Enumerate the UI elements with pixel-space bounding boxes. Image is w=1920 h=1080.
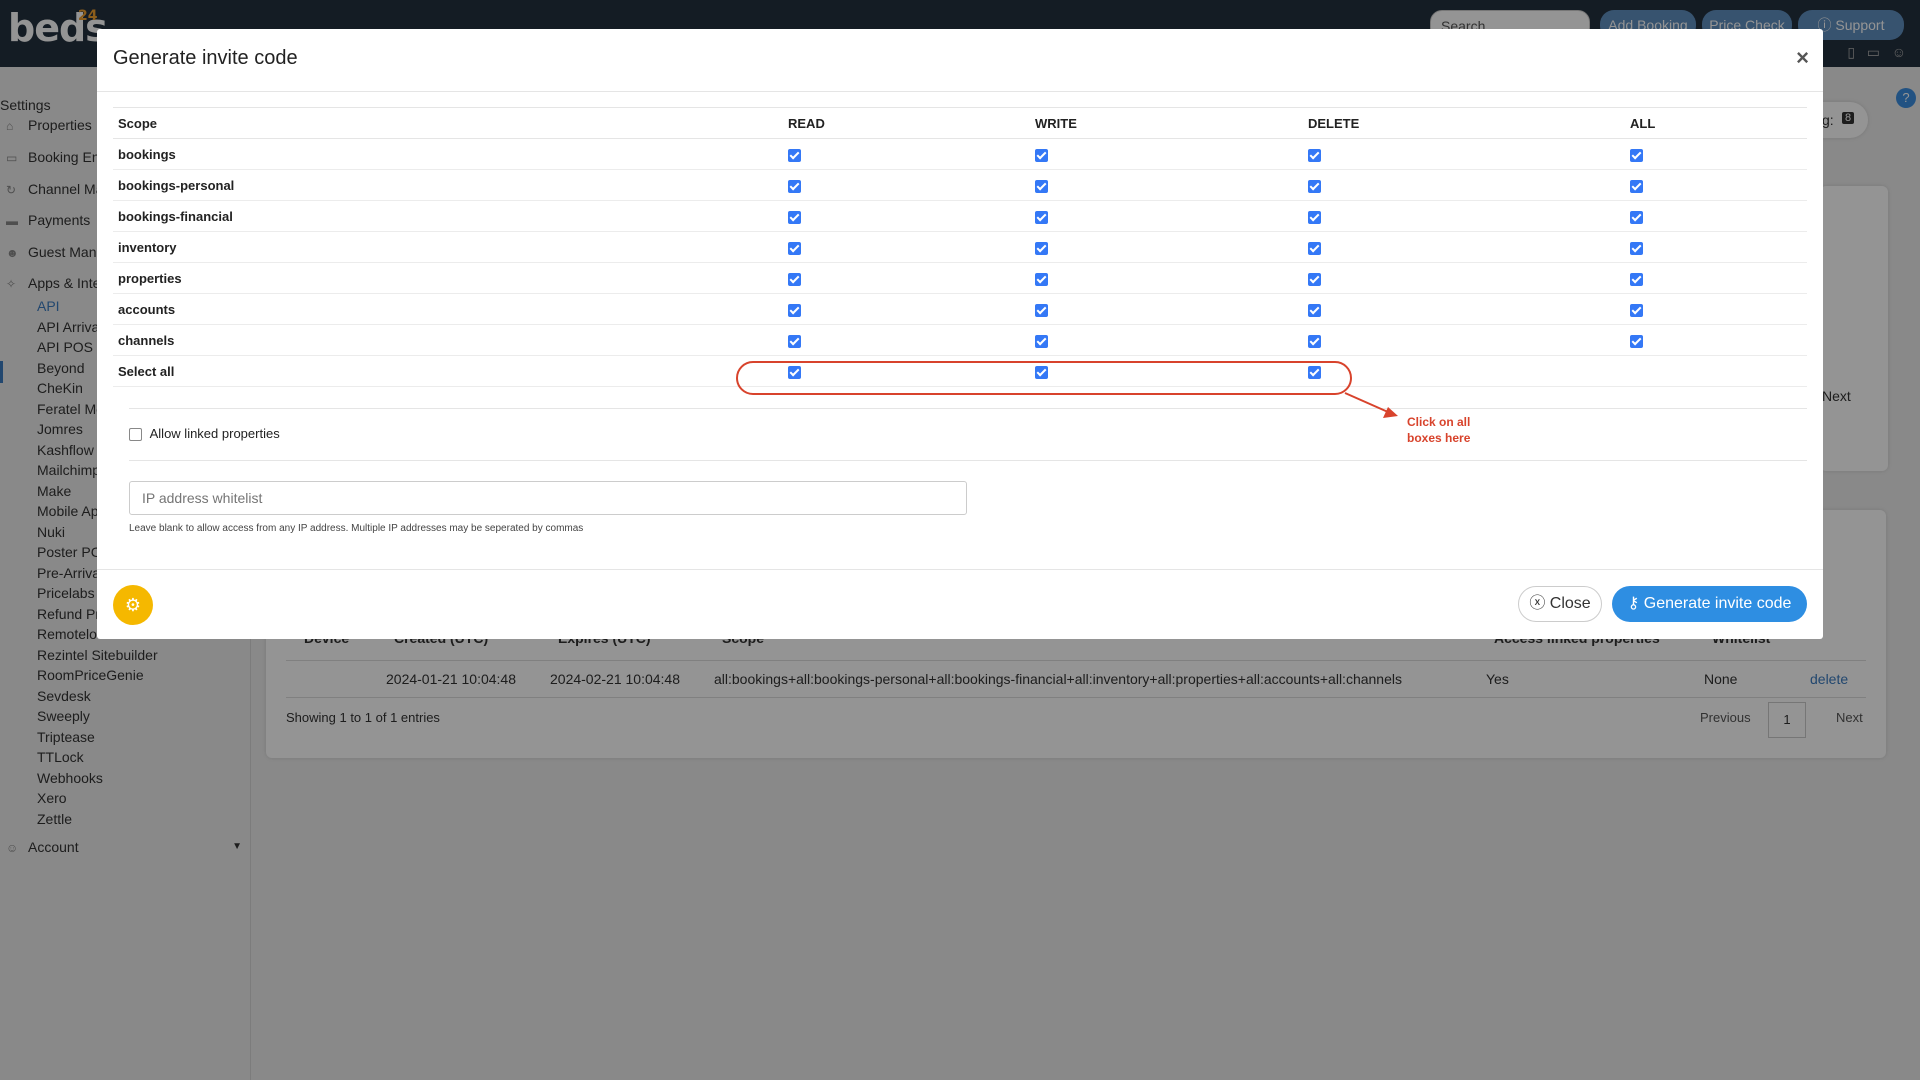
annotation-arrow-icon [1344, 392, 1398, 418]
annotation-line-1: Click on all [1407, 415, 1471, 429]
annotation-text: Click on all boxes here [1407, 414, 1470, 446]
annotation-line-2: boxes here [1407, 431, 1471, 445]
